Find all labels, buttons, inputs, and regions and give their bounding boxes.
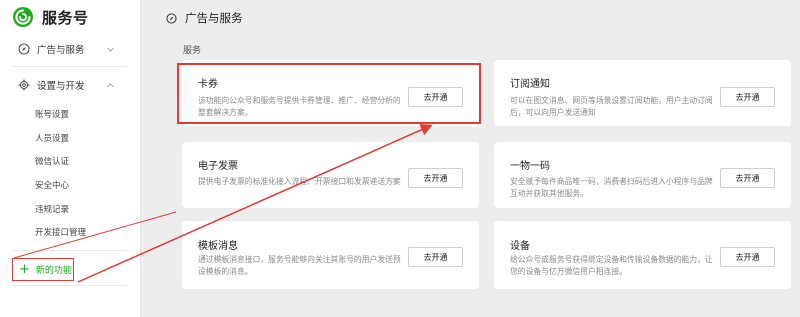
card-description: 给公众号或服务号获得绑定设备和传输设备数据的能力，让您的设备与亿万微信用户相连接… — [510, 255, 713, 276]
sidebar: 服务号 广告与服务 设置与开发 账号设置 人员设置 微信认证 安全中心 违规记录… — [0, 0, 141, 317]
card-title: 电子发票 — [198, 161, 238, 172]
sidebar-item-dev-interface[interactable]: 开发接口管理 — [35, 226, 86, 240]
card-description: 可以在图文消息、网页等场景设置订阅功能，用户主动订阅后，可以向用户发送通知 — [510, 96, 713, 117]
gear-icon — [18, 79, 30, 91]
card-description: 安全赋予每件商品唯一码，消费者扫码后进入小程序与品牌互动并获取其他服务。 — [510, 177, 713, 198]
sidebar-item-account-settings[interactable]: 账号设置 — [35, 108, 69, 122]
compass-icon — [18, 43, 30, 55]
brand[interactable]: 服务号 — [12, 6, 89, 28]
activate-button[interactable]: 去开通 — [720, 87, 775, 107]
card-title: 一物一码 — [510, 161, 550, 172]
sidebar-group-label: 广告与服务 — [37, 45, 85, 56]
section-title: 服务 — [183, 46, 202, 56]
sidebar-divider — [12, 285, 126, 286]
page-title: 广告与服务 — [166, 10, 243, 26]
card-title: 订阅通知 — [510, 79, 550, 90]
sidebar-group-settings-dev[interactable]: 设置与开发 — [0, 73, 141, 97]
chevron-down-icon — [107, 47, 114, 52]
brand-name: 服务号 — [42, 8, 89, 27]
chevron-up-icon — [107, 83, 114, 88]
service-card-one-item-one-code: 一物一码 安全赋予每件商品唯一码，消费者扫码后进入小程序与品牌互动并获取其他服务… — [494, 142, 791, 208]
annotation-highlight-box — [177, 63, 481, 124]
new-feature-label: 新的功能 — [35, 266, 72, 276]
activate-button[interactable]: 去开通 — [720, 168, 775, 188]
wechat-logo-icon — [13, 7, 33, 27]
page-title-text: 广告与服务 — [185, 11, 243, 25]
sidebar-divider — [12, 250, 126, 251]
sidebar-item-staff-settings[interactable]: 人员设置 — [35, 132, 69, 146]
sidebar-item-violation-records[interactable]: 违规记录 — [35, 203, 69, 217]
plus-icon: + — [19, 262, 30, 277]
sidebar-divider — [12, 66, 126, 67]
activate-button[interactable]: 去开通 — [408, 247, 463, 267]
service-card-template-message: 模板消息 通过模板消息接口，服务号能够向关注其账号的用户发送预设模板的消息。 去… — [182, 221, 479, 289]
card-description: 提供电子发票的标准化接入流程、开票接口和发票递送方案 — [198, 177, 401, 186]
compass-icon — [166, 12, 177, 24]
activate-button[interactable]: 去开通 — [720, 247, 775, 267]
card-title: 模板消息 — [198, 241, 238, 252]
sidebar-group-ads-services[interactable]: 广告与服务 — [0, 37, 141, 61]
card-title: 设备 — [510, 241, 530, 252]
service-card-subscription: 订阅通知 可以在图文消息、网页等场景设置订阅功能，用户主动订阅后，可以向用户发送… — [494, 60, 791, 126]
sidebar-group-label: 设置与开发 — [37, 81, 85, 92]
new-feature-button[interactable]: + 新的功能 — [12, 258, 74, 281]
sidebar-item-wechat-verification[interactable]: 微信认证 — [35, 155, 69, 169]
activate-button[interactable]: 去开通 — [408, 168, 463, 188]
sidebar-item-security-center[interactable]: 安全中心 — [35, 179, 69, 193]
service-card-e-invoice: 电子发票 提供电子发票的标准化接入流程、开票接口和发票递送方案 去开通 — [182, 142, 479, 208]
card-description: 通过模板消息接口，服务号能够向关注其账号的用户发送预设模板的消息。 — [198, 255, 401, 276]
service-card-device: 设备 给公众号或服务号获得绑定设备和传输设备数据的能力，让您的设备与亿万微信用户… — [494, 221, 791, 289]
